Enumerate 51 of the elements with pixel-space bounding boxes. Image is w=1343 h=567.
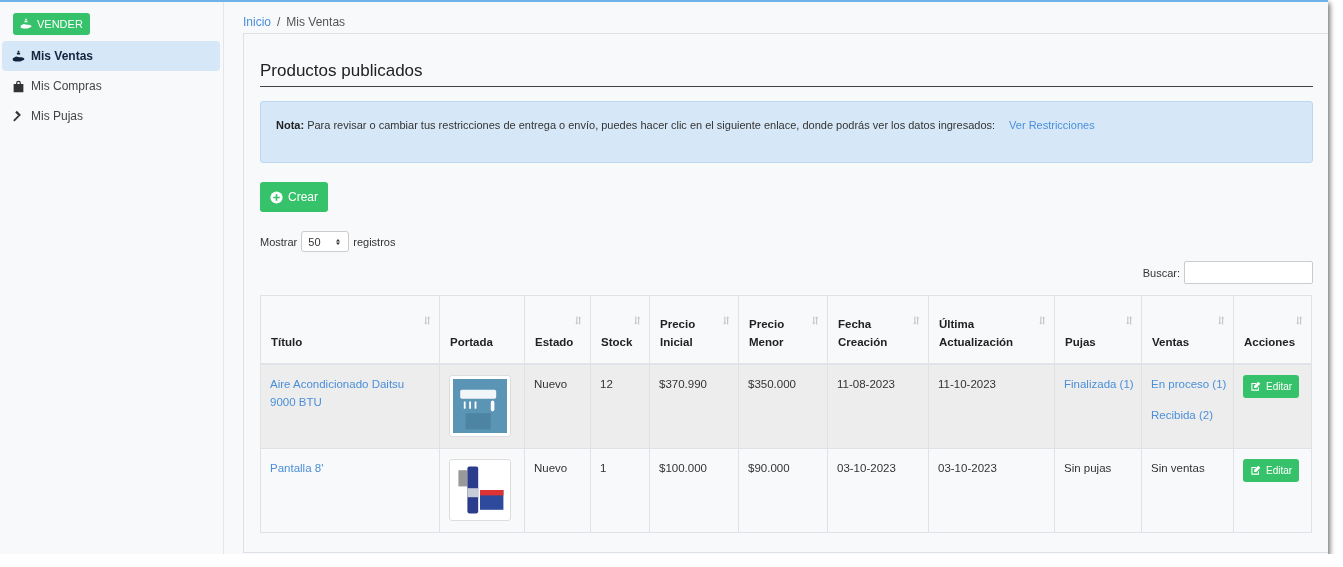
table-cell: $370.990 xyxy=(649,364,739,448)
records-label: registros xyxy=(353,235,396,248)
table-cell: Nuevo xyxy=(524,364,591,448)
table-cell: 11-10-2023 xyxy=(928,364,1055,448)
bids-status: Sin pujas xyxy=(1064,461,1112,474)
column-label: Pujas xyxy=(1065,335,1096,350)
breadcrumb-current: Mis Ventas xyxy=(286,15,346,31)
bag-icon xyxy=(12,79,25,93)
search-field[interactable] xyxy=(1184,261,1313,284)
hand-coin-icon xyxy=(20,18,32,30)
table-cell: 1 xyxy=(590,448,650,532)
table-cell: 03-10-2023 xyxy=(928,448,1055,532)
breadcrumb-separator: / xyxy=(277,15,281,31)
column-label: Última Actualización xyxy=(939,317,1015,350)
search-label: Buscar: xyxy=(1142,266,1180,279)
column-label: Título xyxy=(271,335,303,350)
sidebar-item[interactable]: Mis Compras xyxy=(2,71,220,101)
column-label: Ventas xyxy=(1152,335,1190,350)
show-label: Mostrar xyxy=(260,235,298,248)
column-label: Fecha Creación xyxy=(838,317,889,350)
sort-icon xyxy=(1295,316,1304,325)
edit-icon xyxy=(1250,381,1261,392)
table-cell: $350.000 xyxy=(738,364,828,448)
sales-status: Sin ventas xyxy=(1151,460,1206,476)
table-cell: 03-10-2023 xyxy=(827,448,929,532)
plus-circle-icon xyxy=(270,190,283,204)
sidebar-item[interactable]: Mis Ventas xyxy=(2,41,220,71)
column-label: Precio Inicial xyxy=(660,317,697,350)
sort-icon xyxy=(811,316,820,325)
column-label: Portada xyxy=(450,335,493,350)
hand-coin-icon xyxy=(12,49,25,63)
table-cell: 12 xyxy=(590,364,650,448)
column-label: Precio Menor xyxy=(749,317,786,350)
table-cell: Nuevo xyxy=(524,448,591,532)
sort-icon xyxy=(574,316,583,325)
sort-icon xyxy=(912,316,921,325)
note-text: Nota: Para revisar o cambiar tus restricciones de entrega o envío, puedes hacer clic en el siguiente enlace, donde podrás ver los datos ingresados: xyxy=(276,119,996,133)
sort-icon xyxy=(1125,316,1134,325)
table-cell: $100.000 xyxy=(649,448,739,532)
edit-icon xyxy=(1250,464,1261,476)
sort-icon xyxy=(722,316,731,325)
table-cell: 11-08-2023 xyxy=(827,364,929,448)
sidebar-item[interactable]: Mis Pujas xyxy=(2,101,220,131)
sort-icon xyxy=(1217,316,1226,325)
page-size-select[interactable]: 50 xyxy=(301,231,350,252)
sort-icon xyxy=(423,316,432,325)
sort-icon xyxy=(1038,316,1047,325)
select-arrows-icon xyxy=(334,237,343,246)
table-cell: $90.000 xyxy=(738,448,828,532)
sort-icon xyxy=(633,316,642,325)
page-title: Productos publicados xyxy=(260,61,1313,87)
